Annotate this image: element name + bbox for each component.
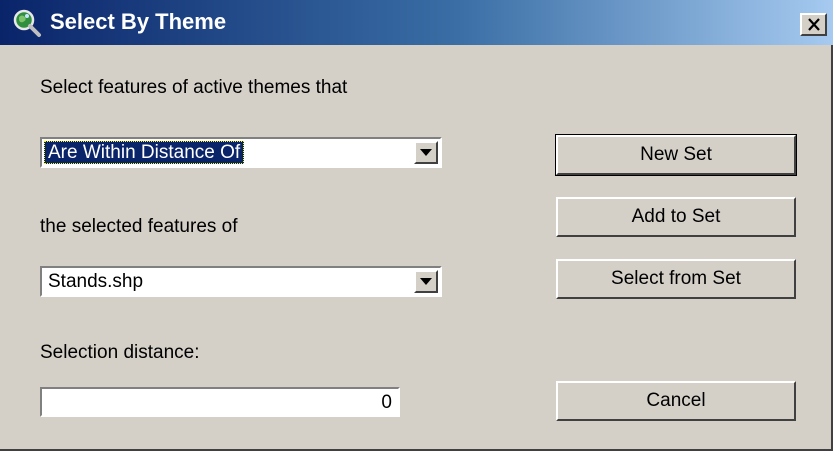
- relation-selected-value: Are Within Distance Of: [44, 141, 245, 164]
- selected-features-of-label: the selected features of: [40, 216, 238, 237]
- selection-distance-input[interactable]: 0: [40, 387, 400, 417]
- selection-distance-value: 0: [381, 392, 392, 413]
- selection-distance-label: Selection distance:: [40, 342, 200, 363]
- close-icon: [807, 18, 820, 31]
- title-bar[interactable]: Select By Theme: [0, 0, 833, 45]
- select-from-set-button[interactable]: Select from Set: [556, 259, 796, 299]
- cancel-button[interactable]: Cancel: [556, 381, 796, 421]
- select-by-theme-dialog: Select By Theme Select features of activ…: [0, 0, 833, 451]
- new-set-button[interactable]: New Set: [555, 134, 797, 176]
- add-to-set-button[interactable]: Add to Set: [556, 197, 796, 237]
- magnifier-globe-icon: [12, 8, 42, 38]
- triangle-down-icon: [420, 278, 432, 285]
- window-title: Select By Theme: [50, 9, 227, 34]
- relation-combobox[interactable]: Are Within Distance Of: [40, 137, 442, 168]
- theme-selected-value: Stands.shp: [48, 271, 144, 292]
- triangle-down-icon: [420, 149, 432, 156]
- select-features-label: Select features of active themes that: [40, 77, 348, 98]
- close-button[interactable]: [800, 13, 827, 36]
- theme-dropdown-button[interactable]: [414, 270, 438, 293]
- theme-combobox[interactable]: Stands.shp: [40, 266, 442, 297]
- relation-dropdown-button[interactable]: [414, 141, 438, 164]
